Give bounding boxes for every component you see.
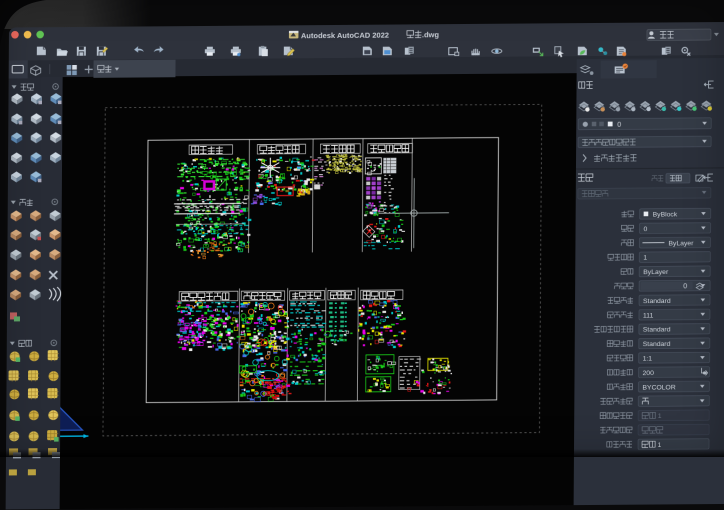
svg-text:1: 1 bbox=[658, 413, 662, 420]
svg-text:ByBlock: ByBlock bbox=[653, 211, 678, 218]
svg-text:0: 0 bbox=[617, 121, 621, 128]
svg-text:0: 0 bbox=[683, 283, 687, 290]
svg-text:...: ... bbox=[612, 414, 617, 420]
svg-text:0: 0 bbox=[644, 225, 648, 232]
svg-text:111: 111 bbox=[643, 312, 654, 319]
svg-text:1: 1 bbox=[643, 254, 647, 261]
svg-text:200: 200 bbox=[643, 369, 655, 376]
svg-text:Standard: Standard bbox=[643, 326, 671, 333]
svg-text:1:1: 1:1 bbox=[643, 355, 653, 362]
svg-text:1: 1 bbox=[658, 441, 662, 448]
svg-text:.dwg: .dwg bbox=[422, 30, 440, 39]
svg-text:Standard: Standard bbox=[643, 341, 671, 348]
svg-text:ByLayer: ByLayer bbox=[643, 269, 669, 276]
svg-text:BYCOLOR: BYCOLOR bbox=[642, 384, 675, 391]
svg-text:ByLayer: ByLayer bbox=[668, 240, 694, 247]
svg-text:Standard: Standard bbox=[643, 297, 671, 304]
